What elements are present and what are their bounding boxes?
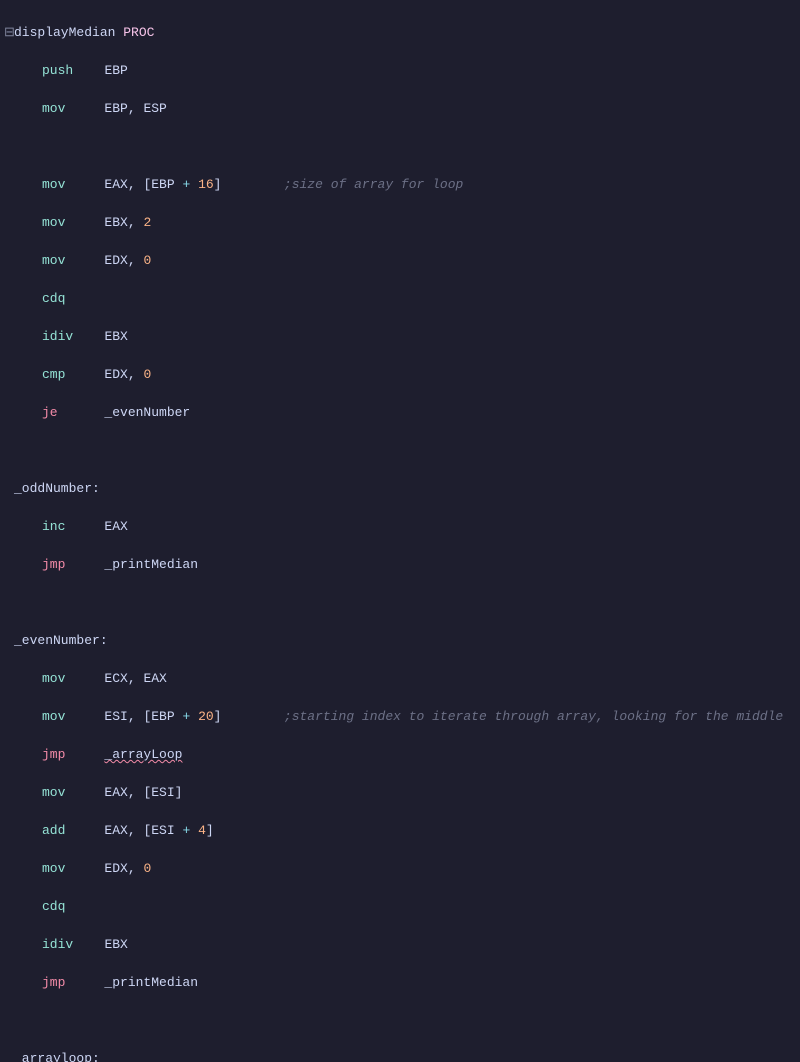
code-line: mov EBX, 2 [4,213,800,232]
code-line: mov ECX, EAX [4,669,800,688]
fold-icon[interactable]: ⊟ [4,23,14,42]
mnemonic: jmp [42,747,65,762]
blank-line [4,441,800,460]
blank-line [4,137,800,156]
operand: ECX [104,671,127,686]
mnemonic: mov [42,785,65,800]
code-line: cdq [4,289,800,308]
code-line: ⊟displayMedian PROC [4,23,800,42]
comment: ;size of array for loop [284,177,463,192]
operand: EBX [104,329,127,344]
code-line: _oddNumber: [4,479,800,498]
operand: EBP [104,63,127,78]
mnemonic: mov [42,861,65,876]
mnemonic: push [42,63,73,78]
mnemonic: cdq [42,291,65,306]
mnemonic: idiv [42,937,73,952]
mnemonic: mov [42,177,65,192]
code-line: add EAX, [ESI + 4] [4,821,800,840]
blank-line [4,593,800,612]
operand: _evenNumber [104,405,190,420]
operand: EAX [104,823,127,838]
code-line: inc EAX [4,517,800,536]
operand: _printMedian [104,975,198,990]
code-line: mov EAX, [ESI] [4,783,800,802]
code-line: cdq [4,897,800,916]
code-line: mov EBP, ESP [4,99,800,118]
operand: EBX [104,215,127,230]
operand: ESI [104,709,127,724]
code-line: jmp _printMedian [4,555,800,574]
code-line: mov ESI, [EBP + 20] ;starting index to i… [4,707,800,726]
operand: EBX [104,937,127,952]
operand: EAX [143,671,166,686]
mnemonic: add [42,823,65,838]
code-line: jmp _printMedian [4,973,800,992]
mnemonic: inc [42,519,65,534]
mnemonic: mov [42,215,65,230]
operand: 2 [143,215,151,230]
mnemonic: jmp [42,557,65,572]
code-editor[interactable]: ⊟displayMedian PROC push EBP mov EBP, ES… [0,0,800,1062]
comment: ;starting index to iterate through array… [284,709,783,724]
code-line: mov EAX, [EBP + 16] ;size of array for l… [4,175,800,194]
operand: EAX [104,785,127,800]
label: _oddNumber [14,481,92,496]
operand: 0 [143,861,151,876]
blank-line [4,1011,800,1030]
operand: EDX [104,861,127,876]
operand: EBP [104,101,127,116]
mnemonic: idiv [42,329,73,344]
code-line: _evenNumber: [4,631,800,650]
code-line: je _evenNumber [4,403,800,422]
proc-keyword: PROC [123,25,154,40]
proc-name: displayMedian [14,25,115,40]
operand: 0 [143,253,151,268]
code-line: idiv EBX [4,327,800,346]
operand: EAX [104,177,127,192]
code-line: mov EDX, 0 [4,859,800,878]
mnemonic: mov [42,709,65,724]
code-line: mov EDX, 0 [4,251,800,270]
operand: EAX [104,519,127,534]
code-line: idiv EBX [4,935,800,954]
code-line: jmp _arrayLoop [4,745,800,764]
mnemonic: jmp [42,975,65,990]
label: _evenNumber [14,633,100,648]
mnemonic: mov [42,101,65,116]
mnemonic: mov [42,253,65,268]
code-line: push EBP [4,61,800,80]
mnemonic: je [42,405,58,420]
operand-error: _arrayLoop [104,747,182,762]
mnemonic: cdq [42,899,65,914]
operand: EDX [104,253,127,268]
mnemonic: cmp [42,367,65,382]
operand: ESP [143,101,166,116]
label: _arrayloop [14,1051,92,1062]
operand: 0 [143,367,151,382]
operand: EDX [104,367,127,382]
code-line: _arrayloop: [4,1049,800,1062]
code-line: cmp EDX, 0 [4,365,800,384]
mnemonic: mov [42,671,65,686]
operand: _printMedian [104,557,198,572]
